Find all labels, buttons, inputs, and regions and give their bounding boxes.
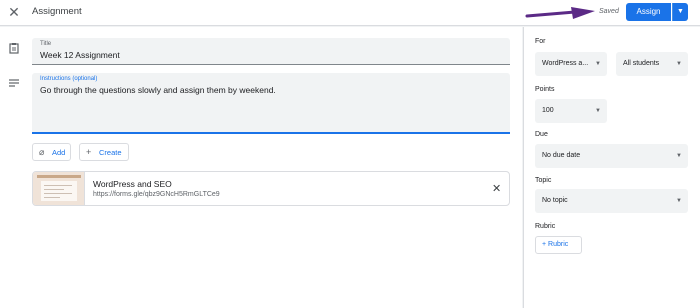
title-field-value[interactable]: Week 12 Assignment: [40, 50, 120, 60]
settings-sidebar: For WordPress a... ▼ All students ▼ Points…: [523, 27, 700, 308]
due-select-value: No due date: [542, 152, 581, 159]
students-select-value: All students: [623, 60, 660, 67]
left-icon-rail: [0, 27, 26, 308]
caret-down-icon: ▼: [676, 61, 682, 67]
instructions-field[interactable]: Instructions (optional) Go through the q…: [32, 73, 510, 134]
caret-down-icon: ▼: [595, 61, 601, 67]
saved-status: Saved: [599, 8, 619, 15]
clipboard-icon: [8, 42, 20, 54]
rubric-label: Rubric: [535, 223, 556, 230]
plus-icon: +: [86, 147, 92, 157]
assign-dropdown-button[interactable]: ▼: [672, 3, 688, 21]
due-select[interactable]: No due date ▼: [535, 144, 688, 168]
caret-down-icon: ▼: [595, 108, 601, 114]
add-button-label: Add: [52, 148, 66, 157]
main-panel: Title Week 12 Assignment Instructions (o…: [26, 27, 522, 308]
assign-button[interactable]: Assign: [626, 3, 671, 21]
add-button[interactable]: ⌀ Add: [32, 143, 71, 161]
instructions-field-value[interactable]: Go through the questions slowly and assi…: [40, 85, 276, 95]
caret-down-icon: ▼: [676, 153, 682, 159]
create-button[interactable]: + Create: [79, 143, 129, 161]
create-button-label: Create: [99, 148, 122, 157]
attachment-title: WordPress and SEO: [93, 179, 172, 189]
paperclip-icon: ⌀: [39, 147, 45, 157]
add-rubric-button[interactable]: + Rubric: [535, 236, 582, 254]
attachment-thumbnail: [33, 172, 85, 205]
class-select-value: WordPress a...: [542, 60, 589, 67]
title-field[interactable]: Title Week 12 Assignment: [32, 38, 510, 65]
top-bar: ✕ Assignment Saved Assign ▼: [0, 0, 700, 26]
annotation-arrow: [525, 7, 595, 19]
students-select[interactable]: All students ▼: [616, 52, 688, 76]
caret-down-icon: ▼: [676, 198, 682, 204]
topic-select[interactable]: No topic ▼: [535, 189, 688, 213]
page-title: Assignment: [32, 6, 82, 17]
due-label: Due: [535, 131, 548, 138]
points-select-value: 100: [542, 107, 554, 114]
for-label: For: [535, 38, 546, 45]
attachment-url: https://forms.gle/qbz9GNcH5RmGLTCe9: [93, 191, 220, 198]
points-select[interactable]: 100 ▼: [535, 99, 607, 123]
title-field-label: Title: [40, 41, 52, 47]
topic-label: Topic: [535, 177, 552, 184]
class-select[interactable]: WordPress a... ▼: [535, 52, 607, 76]
close-icon[interactable]: ✕: [6, 4, 22, 20]
caret-down-icon: ▼: [677, 8, 684, 15]
rubric-button-label: Rubric: [548, 241, 569, 248]
points-label: Points: [535, 86, 555, 93]
attachment-card[interactable]: WordPress and SEO https://forms.gle/qbz9…: [32, 171, 510, 206]
remove-attachment-icon[interactable]: ✕: [492, 182, 501, 195]
instructions-field-label: Instructions (optional): [40, 76, 98, 82]
notes-lines-icon: [8, 77, 20, 89]
topic-select-value: No topic: [542, 197, 568, 204]
